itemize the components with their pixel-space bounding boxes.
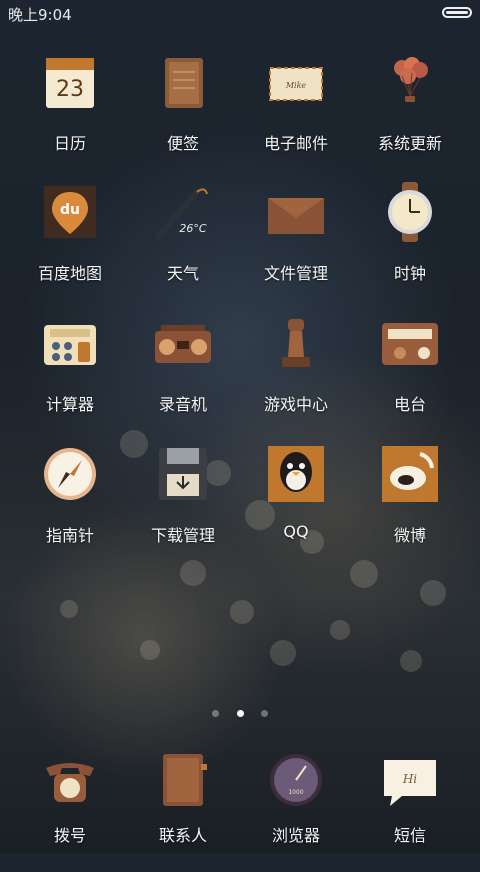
- status-bar: 晚上9:04: [0, 0, 480, 26]
- app-game-center[interactable]: 游戏中心: [236, 305, 356, 435]
- radio-icon: [382, 323, 438, 365]
- calendar-icon: 23: [46, 58, 94, 108]
- phone-icon: [46, 763, 94, 802]
- app-label: 录音机: [158, 395, 207, 414]
- folder-icon: [268, 198, 324, 234]
- umbrella-icon: 26°C: [156, 188, 208, 239]
- app-email[interactable]: Mike 电子邮件: [236, 44, 356, 174]
- chess-icon: [282, 319, 310, 367]
- page-dot-active[interactable]: [236, 710, 244, 717]
- weather-temp: 26°C: [179, 222, 206, 235]
- battery-icon: [442, 7, 472, 18]
- app-label: 日历: [53, 134, 86, 153]
- page-dot[interactable]: [260, 710, 268, 717]
- message-text: Hi: [402, 772, 417, 786]
- browser-icon: 1000: [270, 754, 322, 806]
- calculator-icon: [44, 325, 96, 365]
- boombox-icon: [155, 325, 211, 363]
- app-clock[interactable]: 时钟: [350, 174, 470, 304]
- app-label: 短信: [393, 826, 426, 845]
- watch-icon: [388, 182, 432, 242]
- app-calculator[interactable]: 计算器: [10, 305, 130, 435]
- page-dot[interactable]: [212, 710, 220, 717]
- weibo-icon: [382, 446, 438, 502]
- app-label: 时钟: [393, 264, 426, 283]
- app-baidu-map[interactable]: du 百度地图: [10, 174, 130, 304]
- app-qq[interactable]: QQ: [236, 436, 356, 566]
- app-label: 百度地图: [37, 264, 102, 283]
- envelope-text: Mike: [285, 81, 307, 90]
- email-icon: Mike: [269, 67, 323, 101]
- app-label: 下载管理: [150, 526, 215, 545]
- app-calendar[interactable]: 23 日历: [10, 44, 130, 174]
- app-download-manager[interactable]: 下载管理: [123, 436, 243, 566]
- balloons-icon: [394, 57, 428, 102]
- floppy-icon: [159, 448, 207, 500]
- app-label: 天气: [166, 264, 199, 283]
- app-label: 便签: [166, 134, 199, 153]
- baidu-badge: du: [60, 202, 80, 218]
- status-time: 晚上9:04: [8, 6, 72, 24]
- svg-text:1000: 1000: [288, 789, 303, 796]
- app-notes[interactable]: 便签: [123, 44, 243, 174]
- contacts-book-icon: [163, 754, 207, 806]
- calendar-date: 23: [56, 77, 84, 102]
- message-icon: Hi: [384, 760, 436, 806]
- compass-icon: [44, 448, 96, 500]
- baidu-map-icon: du: [44, 186, 96, 238]
- app-label: 游戏中心: [263, 395, 328, 414]
- app-label: 联系人: [158, 826, 207, 845]
- app-label: 文件管理: [263, 264, 328, 283]
- app-radio[interactable]: 电台: [350, 305, 470, 435]
- app-recorder[interactable]: 录音机: [123, 305, 243, 435]
- app-label: QQ: [283, 522, 309, 541]
- app-label: 指南针: [45, 526, 94, 545]
- app-label: 电子邮件: [263, 134, 328, 153]
- app-label: 微博: [393, 526, 426, 545]
- app-compass[interactable]: 指南针: [10, 436, 130, 566]
- app-label: 拨号: [53, 826, 86, 845]
- app-label: 计算器: [45, 395, 94, 414]
- notes-icon: [165, 58, 203, 108]
- app-weather[interactable]: 26°C 天气: [123, 174, 243, 304]
- dock: 拨号 联系人 1000 浏览器 Hi 短信: [0, 742, 480, 853]
- app-label: 浏览器: [271, 826, 320, 845]
- app-weibo[interactable]: 微博: [350, 436, 470, 566]
- app-label: 电台: [393, 395, 426, 414]
- app-system-update[interactable]: 系统更新: [350, 44, 470, 174]
- qq-icon: [268, 446, 324, 502]
- page-indicator: [0, 702, 480, 717]
- app-file-manager[interactable]: 文件管理: [236, 174, 356, 304]
- app-label: 系统更新: [377, 134, 442, 153]
